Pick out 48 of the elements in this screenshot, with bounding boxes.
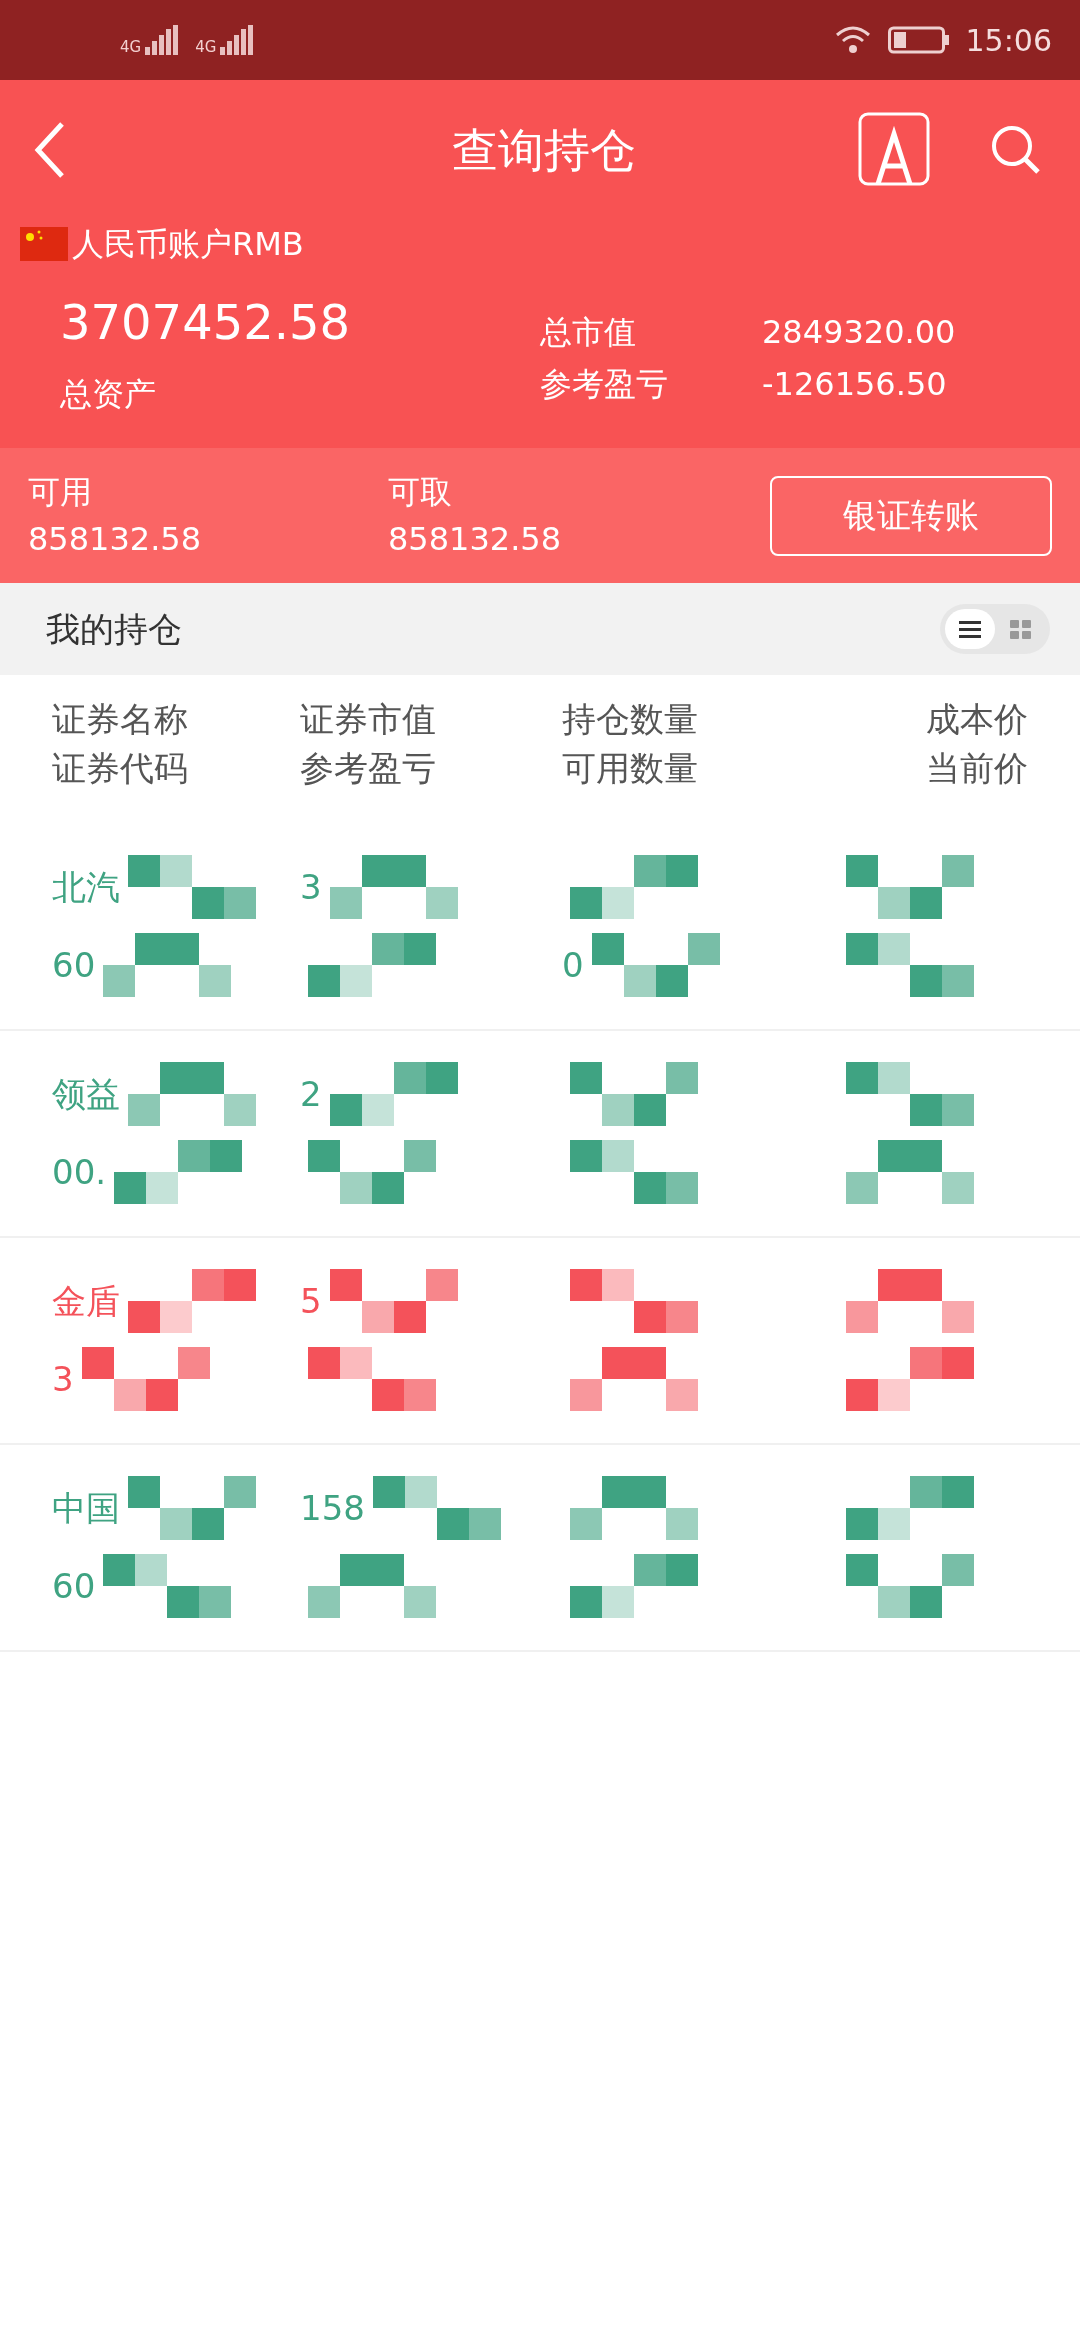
font-size-icon[interactable] (858, 112, 930, 188)
network-label: 4G (195, 40, 217, 55)
wifi-icon (833, 25, 872, 55)
column-header: 可用数量 (562, 747, 699, 791)
summary-value: -126156.50 (762, 364, 947, 405)
signal-icon (220, 25, 255, 55)
stock-code: 3 (52, 1357, 74, 1401)
market-value: 158 (300, 1486, 365, 1530)
column-header: 证券市值 (300, 698, 437, 741)
stock-name: 金盾 (52, 1279, 120, 1323)
quantity: 0 (562, 943, 584, 987)
page-title: 查询持仓 (452, 121, 636, 179)
signal-icon (145, 25, 180, 55)
grid-icon (1009, 619, 1031, 639)
summary-label: 总市值 (540, 312, 637, 353)
search-icon[interactable] (990, 124, 1042, 176)
column-header: 成本价 (926, 698, 1028, 741)
column-header: 证券代码 (52, 747, 189, 791)
column-header: 参考盈亏 (300, 747, 437, 791)
summary-value: 2849320.00 (762, 312, 956, 353)
stock-code: 60 (52, 943, 96, 987)
market-value: 2 (300, 1072, 322, 1116)
section-title: 我的持仓 (46, 607, 182, 651)
fund-value: 858132.58 (28, 518, 203, 560)
column-header: 证券名称 (52, 698, 189, 741)
stock-name: 北汽 (52, 865, 120, 909)
clock: 15:06 (965, 21, 1052, 60)
fund-value: 858132.58 (388, 518, 563, 560)
total-assets-label: 总资产 (60, 374, 157, 415)
flag-icon (20, 227, 68, 261)
fund-label: 可用 (28, 472, 93, 514)
list-view-button[interactable] (945, 609, 995, 649)
column-header: 当前价 (926, 747, 1028, 791)
column-header: 持仓数量 (562, 698, 699, 741)
summary-label: 参考盈亏 (540, 364, 669, 405)
network-label: 4G (120, 40, 142, 55)
account-name: 人民币账户RMB (72, 224, 304, 265)
stock-code: 60 (52, 1564, 96, 1608)
stock-name: 领益 (52, 1072, 120, 1116)
market-value: 3 (300, 865, 322, 909)
fund-label: 可取 (388, 472, 453, 514)
stock-code: 00. (52, 1150, 107, 1194)
transfer-button[interactable]: 银证转账 (770, 475, 1052, 556)
stock-name: 中国 (52, 1486, 120, 1530)
battery-icon (887, 25, 950, 55)
market-value: 5 (300, 1279, 322, 1323)
list-icon (959, 620, 981, 638)
total-assets-value: 3707452.58 (60, 293, 352, 352)
